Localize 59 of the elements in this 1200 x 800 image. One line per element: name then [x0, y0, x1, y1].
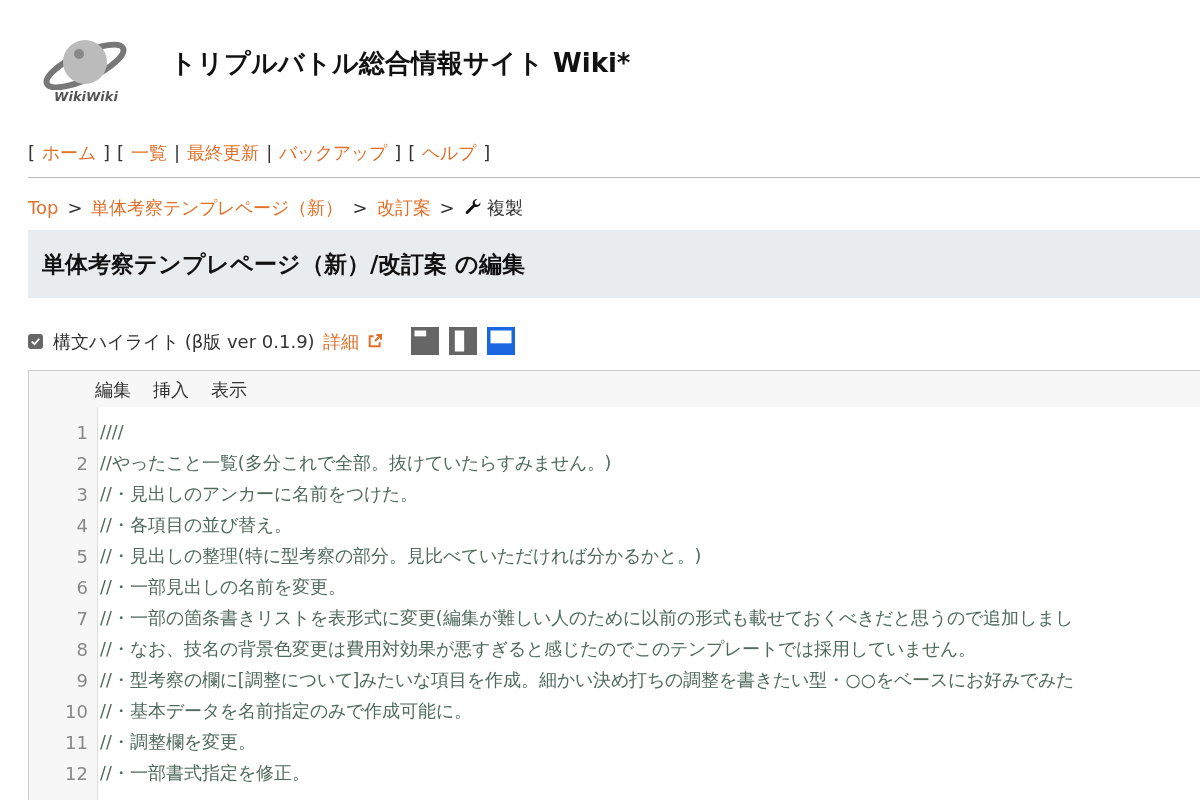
- line-number: 4: [75, 514, 89, 538]
- nav-link[interactable]: 最終更新: [187, 138, 260, 166]
- editor-menu-item[interactable]: 挿入: [153, 375, 189, 403]
- checkbox-label: 構文ハイライト (β版 ver 0.1.9): [53, 329, 315, 354]
- nav-bracket: ]: [103, 140, 111, 165]
- code-line: //・調整欄を変更。: [99, 731, 256, 755]
- nav-bracket: ]: [483, 140, 491, 165]
- breadcrumb-separator: >: [352, 195, 368, 220]
- nav-link[interactable]: ホーム: [42, 138, 97, 166]
- code-line: //・基本データを名前指定のみで作成可能に。: [99, 700, 472, 724]
- wrench-icon: [463, 198, 482, 216]
- layout-button[interactable]: [486, 327, 515, 355]
- code-line: //・各項目の並び替え。: [99, 514, 292, 538]
- nav-bracket: ]: [394, 140, 402, 165]
- line-number: 12: [64, 762, 89, 786]
- line-number: 11: [64, 731, 89, 755]
- code-line: //・一部の箇条書きリストを表形式に変更(編集が難しい人のために以前の形式も載せておくべきだと思うので追加しまし: [99, 607, 1073, 631]
- code-line: //・一部見出しの名前を変更。: [99, 576, 346, 600]
- line-number: 1: [75, 421, 89, 445]
- editor-menu-item[interactable]: 編集: [95, 375, 131, 403]
- line-number: 2: [75, 452, 89, 476]
- checkbox[interactable]: [28, 333, 43, 349]
- page-heading: 単体考察テンプレページ（新）/改訂案 の編集: [42, 249, 526, 279]
- layout-button[interactable]: [448, 327, 477, 355]
- code-line: //・見出しの整理(特に型考察の部分。見比べていただければ分かるかと。): [99, 545, 702, 569]
- code-line: //・なお、技名の背景色変更は費用対効果が悪すぎると感じたのでこのテンプレートでは採用していません。: [99, 638, 976, 662]
- nav-bracket: [: [408, 140, 416, 165]
- code-line: //・型考察の欄に[調整について]みたいな項目を作成。細かい決め打ちの調整を書きたい型・○○をベースにお好みでみた: [99, 669, 1074, 693]
- line-number: 5: [75, 545, 89, 569]
- nav-bracket: [: [117, 140, 125, 165]
- site-title: トリプルバトル総合情報サイト Wiki*: [170, 47, 631, 80]
- breadcrumb-link[interactable]: 単体考察テンプレページ（新）: [91, 193, 344, 221]
- nav-link[interactable]: 一覧: [131, 138, 168, 166]
- breadcrumb-separator: >: [439, 195, 455, 220]
- logo-text: WikiWiki: [54, 90, 118, 103]
- line-number: 8: [75, 638, 89, 662]
- checkmark-icon: [30, 335, 41, 347]
- line-number: 9: [75, 669, 89, 693]
- code-line: ////: [99, 421, 124, 445]
- breadcrumb-link[interactable]: 改訂案: [376, 193, 431, 221]
- breadcrumb-current: 複製: [486, 195, 523, 220]
- nav-bracket: |: [266, 140, 273, 165]
- nav-link[interactable]: バックアップ: [279, 138, 388, 166]
- line-number: 7: [75, 607, 89, 631]
- details-link[interactable]: 詳細: [322, 327, 359, 355]
- layout-button[interactable]: [410, 327, 439, 355]
- editor-menu-item[interactable]: 表示: [211, 375, 247, 403]
- code-line: //・一部書式指定を修正。: [99, 762, 310, 786]
- line-number: 3: [75, 483, 89, 507]
- external-link-icon: [366, 333, 383, 349]
- breadcrumb-separator: >: [67, 195, 83, 220]
- nav-bracket: [: [28, 140, 36, 165]
- code-line: //・見出しのアンカーに名前をつけた。: [99, 483, 418, 507]
- code-line: //やったこと一覧(多分これで全部。抜けていたらすみません。): [99, 452, 612, 476]
- breadcrumb-link[interactable]: Top: [28, 193, 59, 221]
- line-number: 10: [64, 700, 89, 724]
- nav-bracket: |: [174, 140, 181, 165]
- nav-link[interactable]: ヘルプ: [422, 138, 477, 166]
- line-number: 6: [75, 576, 89, 600]
